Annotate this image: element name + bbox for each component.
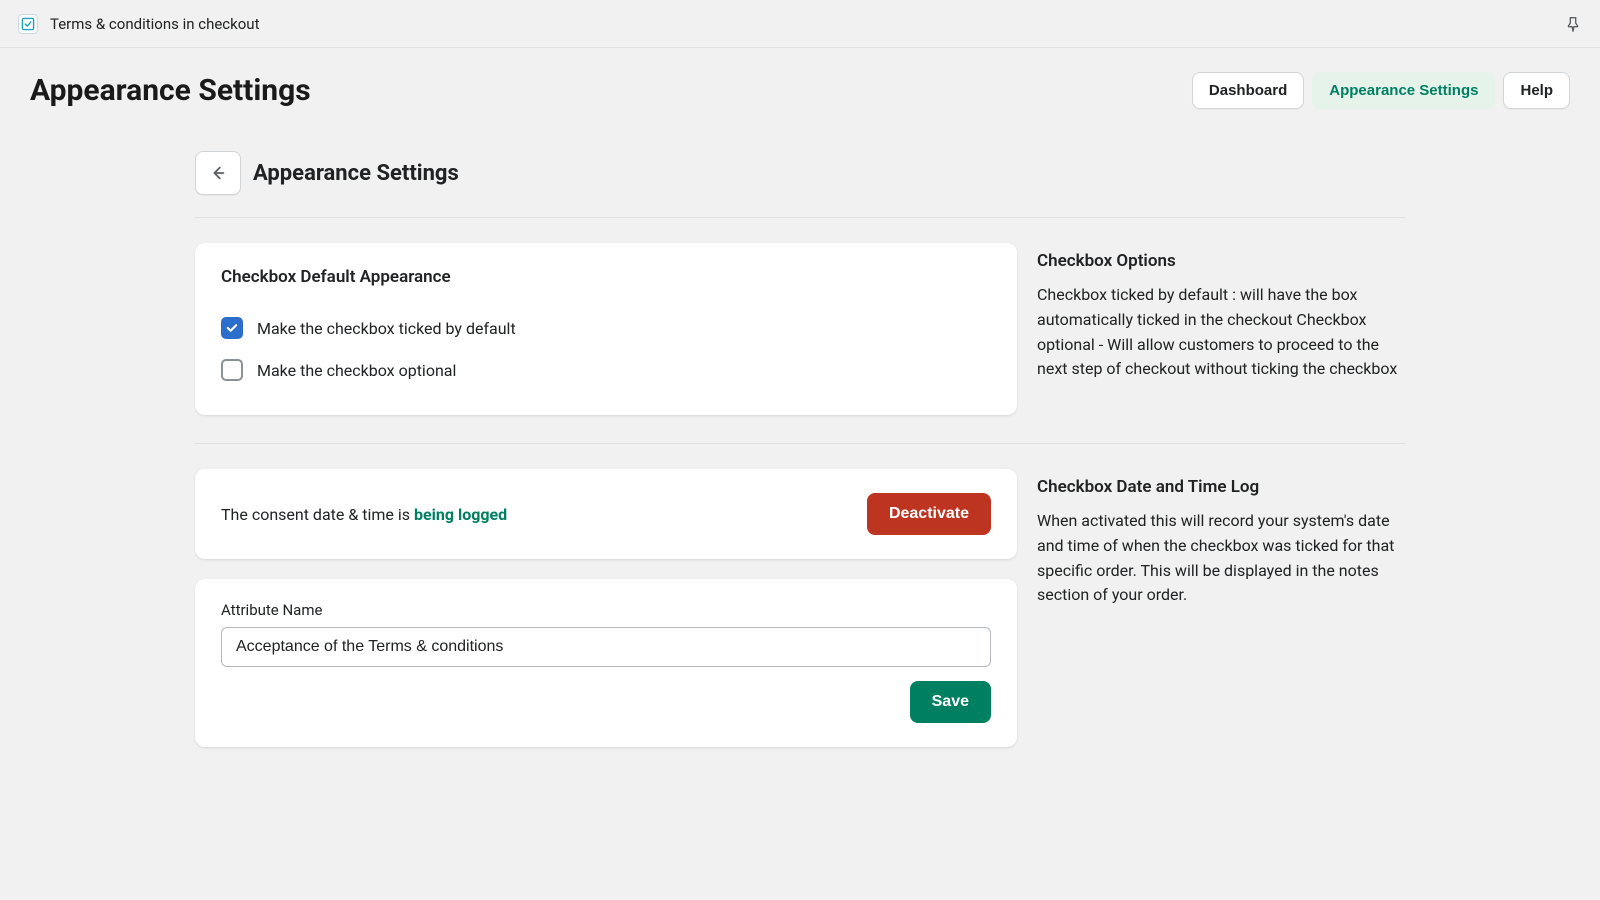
datetime-log-title: Checkbox Date and Time Log [1037,477,1405,497]
page-title: Appearance Settings [30,73,311,108]
pin-icon[interactable] [1564,15,1582,33]
checkbox-optional-row[interactable]: Make the checkbox optional [221,349,991,391]
consent-status: being logged [414,505,507,524]
nav-help[interactable]: Help [1503,72,1570,109]
save-button[interactable]: Save [910,681,991,723]
page-header: Appearance Settings Dashboard Appearance… [0,48,1600,121]
checkbox-app-icon [21,17,35,31]
check-icon [225,321,239,335]
deactivate-button[interactable]: Deactivate [867,493,991,535]
checkbox-appearance-row: Checkbox Default Appearance Make the che… [195,243,1405,415]
checkbox-options-title: Checkbox Options [1037,251,1405,271]
checkbox-ticked-default[interactable] [221,317,243,339]
divider [195,443,1405,444]
consent-text: The consent date & time is being logged [221,505,507,524]
topbar-left: Terms & conditions in checkout [18,14,260,34]
attribute-name-input[interactable] [221,627,991,667]
datetime-log-row: The consent date & time is being logged … [195,469,1405,747]
section-title: Appearance Settings [253,161,459,186]
nav-buttons: Dashboard Appearance Settings Help [1192,72,1570,109]
datetime-log-side: Checkbox Date and Time Log When activate… [1037,469,1405,747]
arrow-left-icon [209,164,227,182]
checkbox-ticked-default-label: Make the checkbox ticked by default [257,319,516,338]
checkbox-appearance-card: Checkbox Default Appearance Make the che… [195,243,1017,415]
checkbox-options-side: Checkbox Options Checkbox ticked by defa… [1037,243,1405,415]
datetime-log-text: When activated this will record your sys… [1037,509,1405,608]
checkbox-optional-label: Make the checkbox optional [257,361,456,380]
topbar: Terms & conditions in checkout [0,0,1600,48]
consent-status-card: The consent date & time is being logged … [195,469,1017,559]
back-button[interactable] [195,151,241,195]
attribute-name-card: Attribute Name Save [195,579,1017,747]
main: Appearance Settings Checkbox Default App… [195,121,1405,747]
attribute-name-label: Attribute Name [221,601,991,619]
checkbox-card-title: Checkbox Default Appearance [221,267,991,287]
checkbox-options-text: Checkbox ticked by default : will have t… [1037,283,1405,382]
checkbox-optional[interactable] [221,359,243,381]
consent-prefix: The consent date & time is [221,505,414,524]
app-icon [18,14,38,34]
nav-dashboard[interactable]: Dashboard [1192,72,1304,109]
left-cards: The consent date & time is being logged … [195,469,1017,747]
section-header: Appearance Settings [195,151,1405,218]
nav-appearance-settings[interactable]: Appearance Settings [1312,72,1495,109]
card-actions: Save [221,681,991,723]
checkbox-ticked-default-row[interactable]: Make the checkbox ticked by default [221,307,991,349]
app-title: Terms & conditions in checkout [50,15,260,33]
